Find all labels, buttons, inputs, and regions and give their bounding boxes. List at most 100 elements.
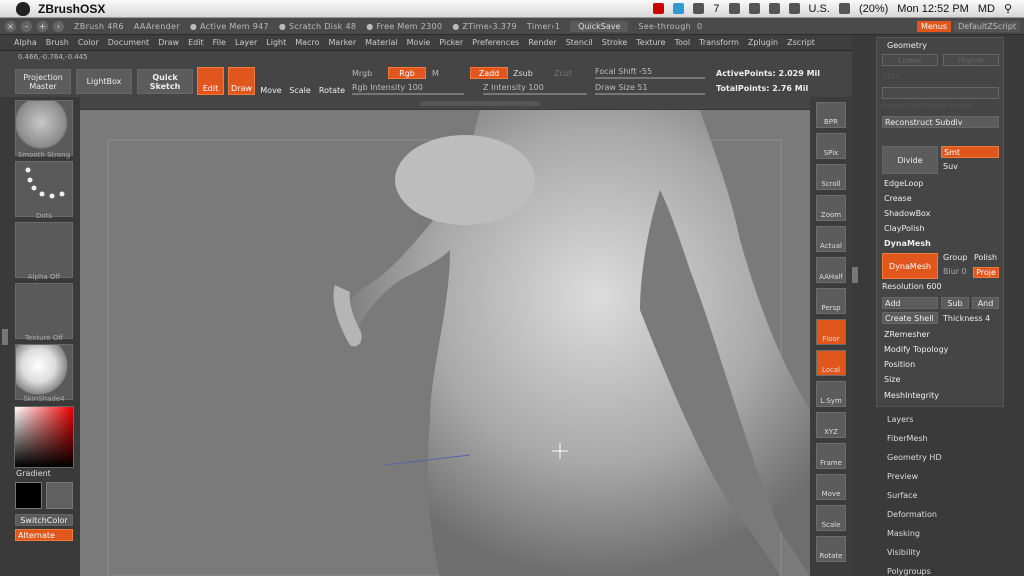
mrgb-button[interactable]: Mrgb: [352, 69, 372, 78]
tool-local-button[interactable]: Local: [816, 350, 846, 376]
right-collapse-handle[interactable]: [852, 267, 858, 283]
prev-icon[interactable]: ‹: [53, 20, 64, 32]
clock[interactable]: Mon 12:52 PM: [897, 3, 969, 15]
rgb-intensity-track[interactable]: [352, 93, 464, 95]
menu-item-zplugin[interactable]: Zplugin: [748, 38, 778, 47]
sync-icon[interactable]: [728, 3, 740, 14]
tool-xyz-button[interactable]: XYZ: [816, 412, 846, 438]
section-masking[interactable]: Masking: [887, 529, 920, 538]
rotate-button[interactable]: Rotate: [319, 67, 345, 95]
app-name[interactable]: ZBrushOSX: [38, 2, 105, 16]
tool-bpr-button[interactable]: BPR: [816, 102, 846, 128]
menu-item-light[interactable]: Light: [266, 38, 286, 47]
alternate-button[interactable]: Alternate: [15, 529, 73, 541]
menu-item-brush[interactable]: Brush: [46, 38, 69, 47]
menu-item-document[interactable]: Document: [108, 38, 149, 47]
menu-item-edit[interactable]: Edit: [188, 38, 204, 47]
group-toggle[interactable]: Group: [943, 253, 967, 262]
m-button[interactable]: M: [432, 69, 439, 78]
menu-item-movie[interactable]: Movie: [407, 38, 431, 47]
status-red-icon[interactable]: [653, 3, 665, 14]
claypolish-item[interactable]: ClayPolish: [884, 224, 925, 233]
main-color-swatch[interactable]: [15, 482, 42, 509]
divide-button[interactable]: Divide: [882, 146, 938, 174]
section-surface[interactable]: Surface: [887, 491, 917, 500]
menu-item-color[interactable]: Color: [78, 38, 99, 47]
menu-item-marker[interactable]: Marker: [328, 38, 356, 47]
default-zscript-button[interactable]: DefaultZScript: [954, 20, 1020, 32]
section-fibermesh[interactable]: FiberMesh: [887, 434, 928, 443]
see-through-slider[interactable]: See-through: [638, 22, 691, 31]
polish-toggle[interactable]: Polish: [974, 253, 997, 262]
quick-sketch-button[interactable]: Quick Sketch: [137, 69, 193, 94]
menu-item-stencil[interactable]: Stencil: [566, 38, 593, 47]
menu-item-alpha[interactable]: Alpha: [14, 38, 37, 47]
stroke-thumbnail[interactable]: [15, 161, 73, 217]
section-geometry-hd[interactable]: Geometry HD: [887, 453, 942, 462]
sculpt-model[interactable]: [80, 110, 810, 576]
tool-scale-button[interactable]: Scale: [816, 505, 846, 531]
brush-thumbnail[interactable]: [15, 100, 73, 156]
menu-item-transform[interactable]: Transform: [699, 38, 739, 47]
section-preview[interactable]: Preview: [887, 472, 918, 481]
texture-thumbnail[interactable]: [15, 283, 73, 339]
modify-topology-item[interactable]: Modify Topology: [884, 345, 948, 354]
tool-lsym-button[interactable]: L.Sym: [816, 381, 846, 407]
add-button[interactable]: Add: [882, 297, 938, 309]
wifi-icon[interactable]: [788, 3, 800, 14]
tool-persp-button[interactable]: Persp: [816, 288, 846, 314]
input-lang[interactable]: U.S.: [809, 3, 830, 15]
menus-button[interactable]: Menus: [916, 20, 952, 32]
focal-shift-track[interactable]: [595, 77, 705, 79]
section-polygroups[interactable]: Polygroups: [887, 567, 931, 576]
del-button[interactable]: [882, 87, 999, 99]
menu-item-preferences[interactable]: Preferences: [472, 38, 519, 47]
move-button[interactable]: Move: [260, 67, 282, 95]
secondary-color-swatch[interactable]: [46, 482, 73, 509]
create-shell-button[interactable]: Create Shell: [882, 312, 938, 324]
tool-zoom-button[interactable]: Zoom: [816, 195, 846, 221]
minimize-window-icon[interactable]: –: [21, 20, 32, 32]
geometry-header[interactable]: Geometry: [887, 41, 927, 50]
tool-frame-button[interactable]: Frame: [816, 443, 846, 469]
adobe-count[interactable]: 7: [713, 3, 719, 15]
volume-icon[interactable]: [838, 3, 850, 14]
rgb-button[interactable]: Rgb: [388, 67, 426, 79]
bluetooth-icon[interactable]: [768, 3, 780, 14]
meshintegrity-item[interactable]: MeshIntegrity: [884, 391, 939, 400]
draw-size-track[interactable]: [595, 93, 705, 95]
resolution-slider[interactable]: Resolution 600: [882, 282, 942, 291]
menu-item-draw[interactable]: Draw: [158, 38, 179, 47]
blur-slider[interactable]: Blur 0: [943, 267, 967, 276]
menu-item-stroke[interactable]: Stroke: [602, 38, 628, 47]
crease-item[interactable]: Crease: [884, 194, 912, 203]
zadd-button[interactable]: Zadd: [470, 67, 508, 79]
scale-button[interactable]: Scale: [289, 67, 311, 95]
tool-aahalf-button[interactable]: AAHalf: [816, 257, 846, 283]
user-name[interactable]: MD: [978, 3, 995, 15]
left-collapse-handle[interactable]: [2, 329, 8, 345]
dropbox-icon[interactable]: [673, 3, 685, 14]
canvas-viewport[interactable]: [80, 110, 810, 576]
z-intensity-track[interactable]: [483, 93, 587, 95]
z-intensity-slider[interactable]: Z Intensity 100: [483, 83, 544, 92]
rgb-intensity-slider[interactable]: Rgb Intensity 100: [352, 83, 423, 92]
reconstruct-subdiv-button[interactable]: Reconstruct Subdiv: [882, 116, 999, 128]
and-button[interactable]: And: [972, 297, 999, 309]
projection-master-button[interactable]: Projection Master: [15, 69, 71, 94]
menu-item-tool[interactable]: Tool: [675, 38, 691, 47]
zsub-button[interactable]: Zsub: [513, 69, 533, 78]
menu-item-texture[interactable]: Texture: [636, 38, 665, 47]
gradient-label[interactable]: Gradient: [16, 469, 51, 478]
battery-level[interactable]: (20%): [859, 3, 888, 15]
menu-item-zscript[interactable]: Zscript: [787, 38, 815, 47]
status-icon[interactable]: [693, 3, 705, 14]
size-item[interactable]: Size: [884, 375, 900, 384]
section-deformation[interactable]: Deformation: [887, 510, 937, 519]
zcut-button[interactable]: Zcut: [554, 69, 572, 78]
lower-res-button[interactable]: Lower: [882, 54, 938, 66]
close-window-icon[interactable]: ×: [5, 20, 16, 32]
suv-toggle[interactable]: Suv: [943, 162, 958, 171]
draw-size-slider[interactable]: Draw Size 51: [595, 83, 648, 92]
section-visibility[interactable]: Visibility: [887, 548, 921, 557]
